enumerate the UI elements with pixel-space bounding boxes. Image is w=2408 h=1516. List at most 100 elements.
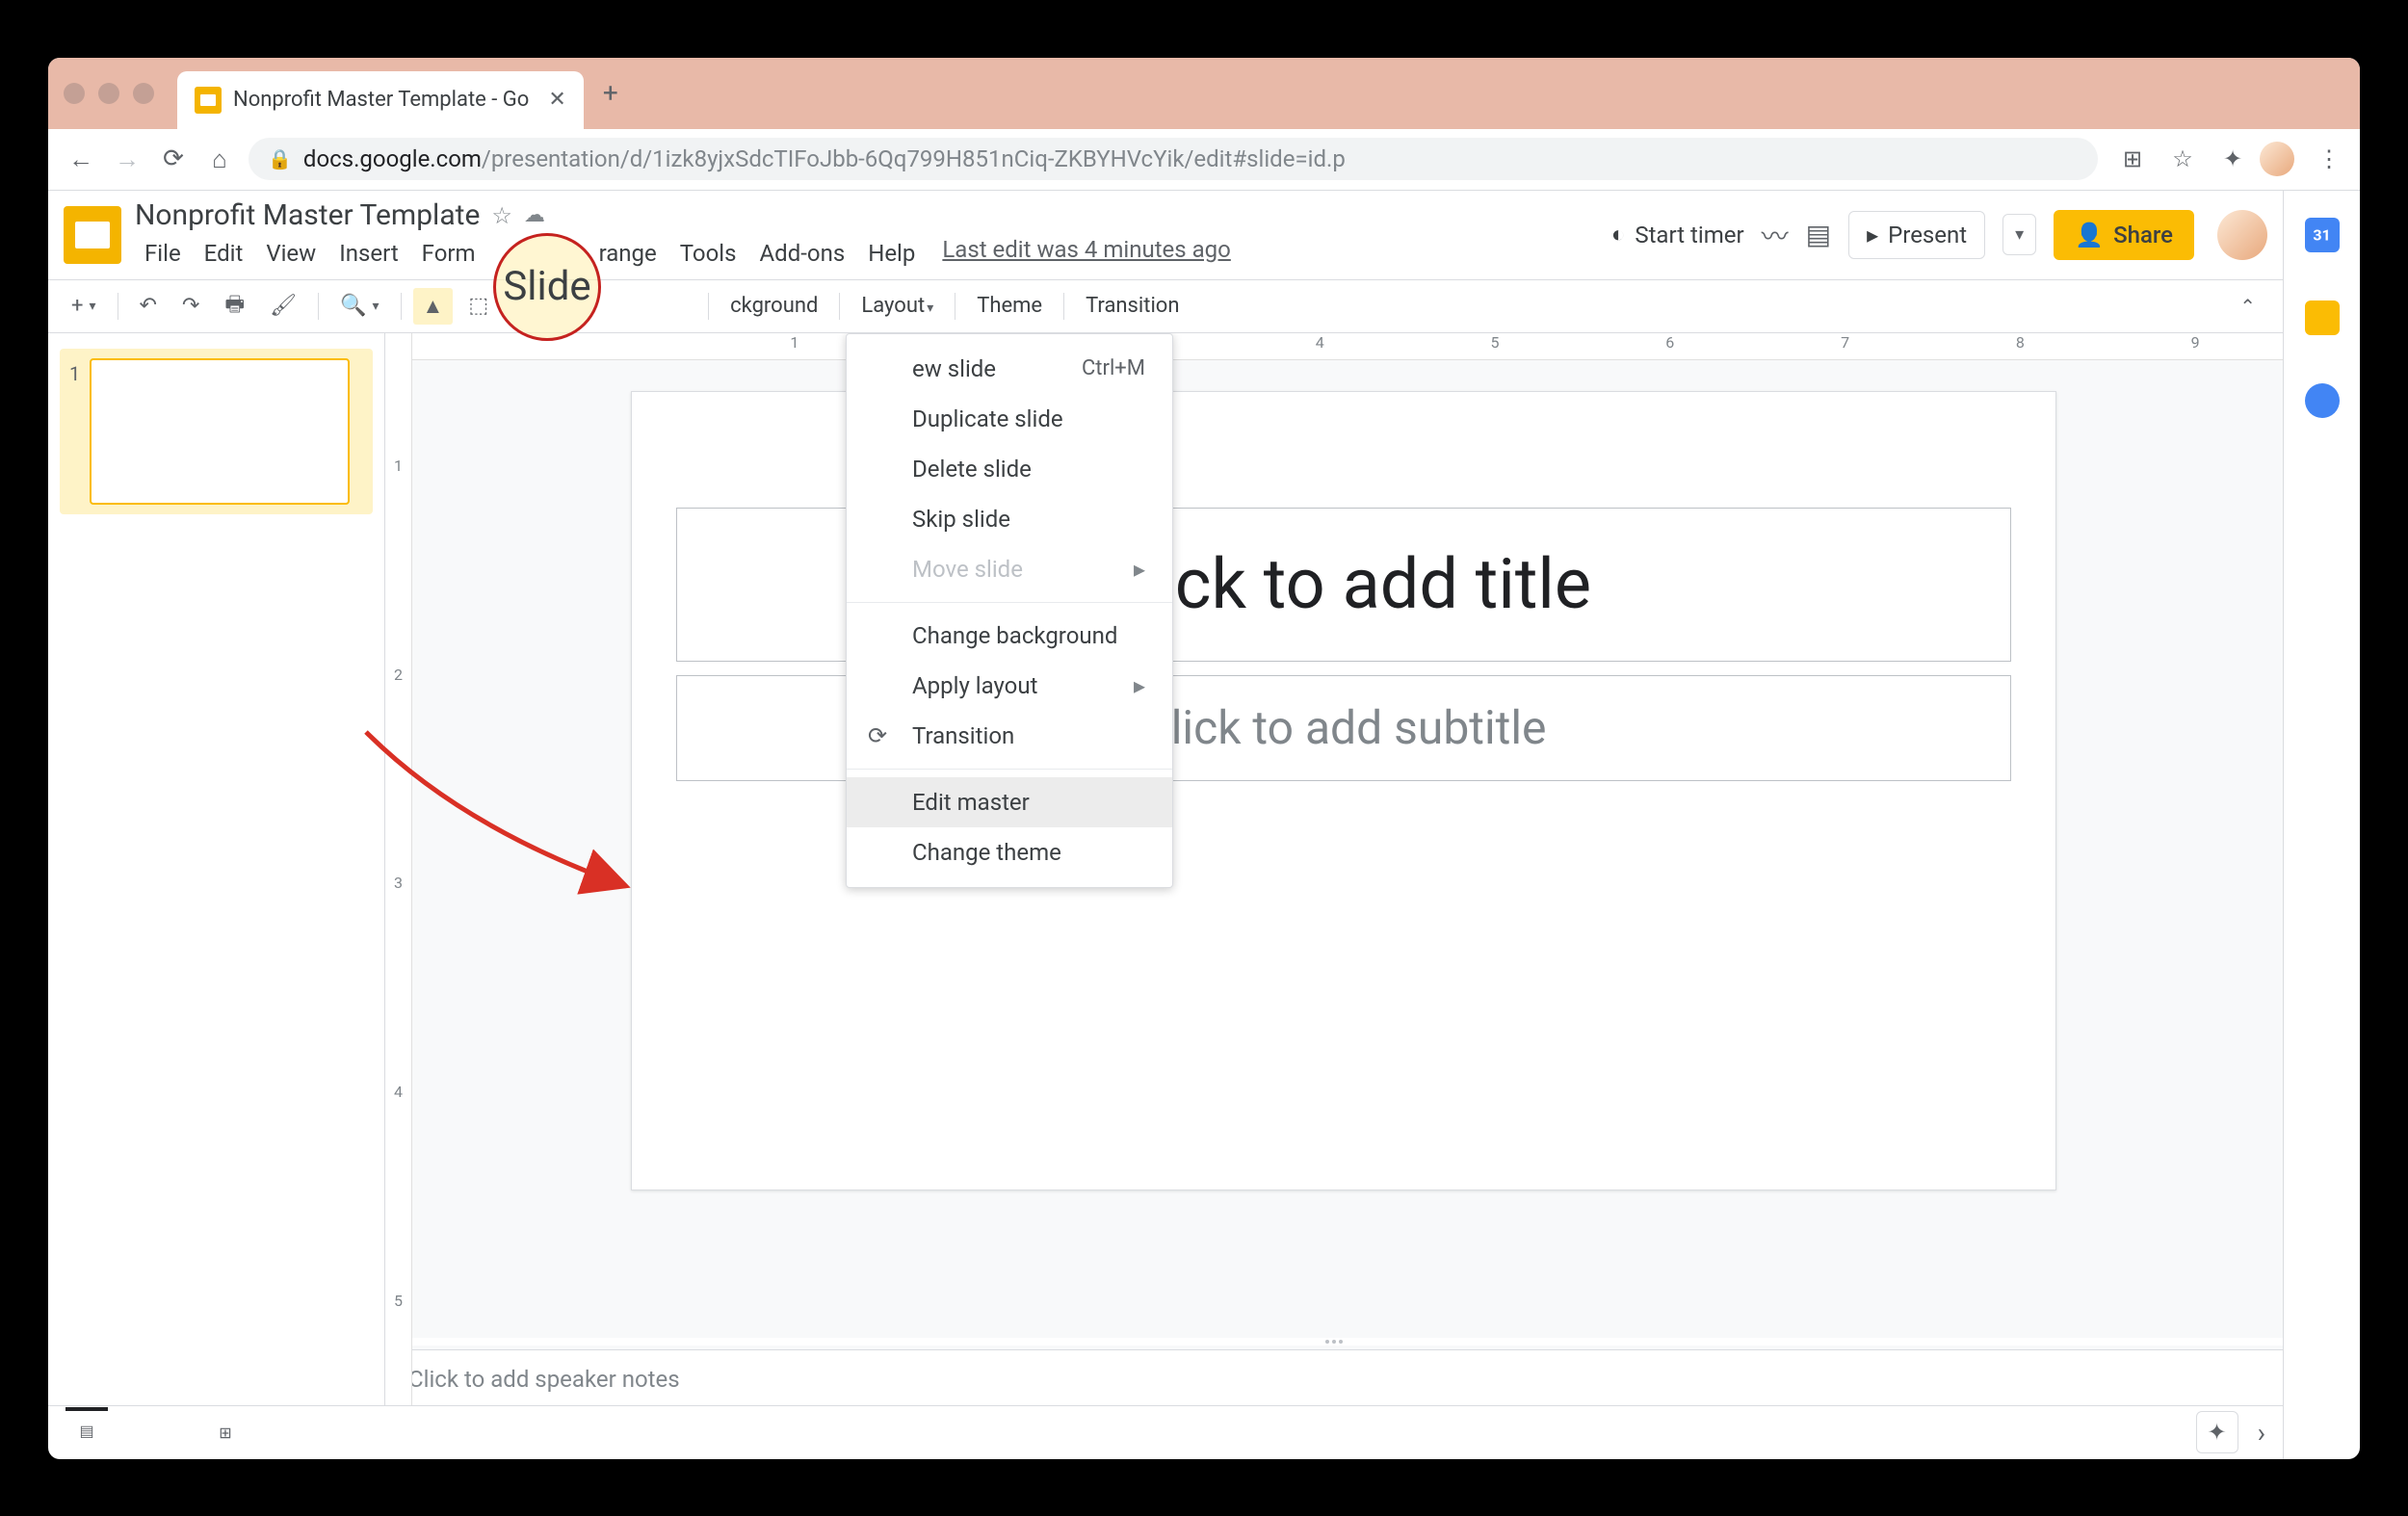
menu-skip-slide[interactable]: Skip slide [847,494,1172,544]
play-icon: ▸ [1867,222,1878,248]
browser-tab[interactable]: Nonprofit Master Template - Go ✕ [177,71,584,129]
analytics-icon[interactable]: 〰 [1762,216,1789,254]
zoom-button[interactable]: 🔍▾ [330,288,388,324]
extension-icon[interactable]: ⊞ [2117,144,2148,174]
submenu-arrow-icon: ▸ [1134,556,1145,583]
start-timer-button[interactable]: ◐ Start timer [1611,221,1744,248]
keep-icon[interactable] [2305,301,2340,335]
slides-favicon [195,87,222,114]
last-edit-link[interactable]: Last edit was 4 minutes ago [942,236,1230,271]
slide-thumbnail[interactable]: 1 [60,349,373,514]
menu-change-theme[interactable]: Change theme [847,827,1172,877]
menu-edit[interactable]: Edit [195,236,253,271]
footer-bar: ▤ ⊞ ✦ › [48,1405,2283,1459]
present-button[interactable]: ▸ Present [1848,211,1985,259]
tab-close-icon[interactable]: ✕ [548,88,565,112]
timer-icon: ◐ [1611,221,1626,248]
thumbnail-preview [90,358,350,505]
menu-new-slide[interactable]: ew slide Ctrl+M [847,344,1172,394]
vertical-ruler: 12345 [385,333,412,1405]
slide-number: 1 [69,358,80,505]
theme-button[interactable]: Theme [967,288,1052,324]
new-slide-button[interactable]: +▾ [62,288,106,324]
menu-file[interactable]: File [135,236,191,271]
redo-button[interactable]: ↷ [172,288,209,324]
browser-profile-avatar[interactable] [2260,142,2294,176]
tasks-icon[interactable] [2305,383,2340,418]
menu-view[interactable]: View [256,236,326,271]
textbox-tool[interactable]: ⬚ [458,288,498,324]
share-button[interactable]: 👤 Share [2054,210,2194,260]
window-maximize[interactable] [133,83,154,104]
menu-change-background[interactable]: Change background [847,611,1172,661]
browser-tabbar: Nonprofit Master Template - Go ✕ + [48,58,2360,129]
bookmark-star-icon[interactable]: ☆ [2167,144,2198,174]
undo-button[interactable]: ↶ [130,288,167,324]
extensions-puzzle-icon[interactable]: ✦ [2217,144,2248,174]
menubar: File Edit View Insert Form range Tools A… [135,236,1231,271]
browser-toolbar: ← → ⟳ ⌂ 🔒 docs.google.com/presentation/d… [48,129,2360,191]
slide-thumbnail-panel: 1 [48,333,385,1405]
browser-window: Nonprofit Master Template - Go ✕ + ← → ⟳… [48,58,2360,1459]
menu-move-slide: Move slide ▸ [847,544,1172,594]
paint-format-button[interactable]: 🖌 [260,288,306,324]
window-minimize[interactable] [98,83,119,104]
select-tool[interactable]: ▲ [413,288,454,325]
filmstrip-view-button[interactable]: ▤ [65,1407,108,1450]
person-icon: 👤 [2075,222,2104,248]
menu-apply-layout[interactable]: Apply layout ▸ [847,661,1172,711]
horizontal-ruler: 123456789 [385,333,2283,360]
tab-title: Nonprofit Master Template - Go [233,88,529,112]
address-bar[interactable]: 🔒 docs.google.com/presentation/d/1izk8yj… [249,138,2098,180]
document-header: Nonprofit Master Template ☆ ☁ File Edit … [48,191,2283,279]
url-text: docs.google.com/presentation/d/1izk8yjxS… [303,145,1346,172]
side-panel [2283,191,2360,1459]
browser-menu-icon[interactable]: ⋮ [2314,144,2344,174]
lock-icon: 🔒 [268,147,292,170]
menu-tools[interactable]: Tools [670,236,746,271]
back-button[interactable]: ← [64,142,98,176]
expand-sidepanel-icon[interactable]: › [2258,1417,2265,1449]
app-area: Nonprofit Master Template ☆ ☁ File Edit … [48,191,2360,1459]
new-tab-button[interactable]: + [591,74,630,113]
menu-addons[interactable]: Add-ons [750,236,855,271]
menu-insert[interactable]: Insert [329,236,407,271]
menu-format[interactable]: Form [412,236,485,271]
notes-resize-handle[interactable] [385,1338,2283,1346]
canvas-area: 123456789 12345 ew slide Ctrl+M Duplicat… [385,333,2283,1405]
slides-logo[interactable] [64,206,121,264]
grid-view-button[interactable]: ⊞ [204,1411,247,1453]
account-avatar[interactable] [2217,210,2267,260]
speaker-notes[interactable]: Click to add speaker notes [385,1349,2283,1405]
present-dropdown[interactable]: ▾ [2002,214,2036,255]
comments-icon[interactable]: ▤ [1806,219,1831,250]
menu-edit-master[interactable]: Edit master [847,777,1172,827]
toolbar: +▾ ↶ ↷ 🖶 🖌 🔍▾ ▲ ⬚ ckground Layout▾ Theme [48,279,2283,333]
menu-duplicate-slide[interactable]: Duplicate slide [847,394,1172,444]
menu-delete-slide[interactable]: Delete slide [847,444,1172,494]
cloud-saved-icon[interactable]: ☁ [524,203,545,227]
layout-button[interactable]: Layout▾ [851,288,943,324]
print-button[interactable]: 🖶 [215,282,254,330]
transition-icon: ⟳ [868,722,887,749]
home-button[interactable]: ⌂ [202,142,237,176]
slide-canvas[interactable]: Click to add title Click to add subtitle [631,391,2056,1190]
window-controls [64,83,154,104]
menu-help[interactable]: Help [858,236,925,271]
background-button[interactable]: ckground [720,288,827,324]
calendar-icon[interactable] [2305,218,2340,252]
menu-slide-gap [489,236,586,271]
collapse-toolbar-icon[interactable]: ⌃ [2226,289,2269,324]
document-title[interactable]: Nonprofit Master Template [135,198,480,232]
main-column: Nonprofit Master Template ☆ ☁ File Edit … [48,191,2283,1459]
reload-button[interactable]: ⟳ [156,142,191,176]
workspace: 1 123456789 12345 ew slide [48,333,2283,1405]
window-close[interactable] [64,83,85,104]
transition-button[interactable]: Transition [1076,288,1189,324]
menu-transition[interactable]: ⟳ Transition [847,711,1172,761]
star-icon[interactable]: ☆ [491,202,512,229]
menu-arrange[interactable]: range [589,236,667,271]
explore-button[interactable]: ✦ [2196,1411,2238,1453]
forward-button[interactable]: → [110,142,144,176]
slide-menu-dropdown: ew slide Ctrl+M Duplicate slide Delete s… [846,333,1173,888]
